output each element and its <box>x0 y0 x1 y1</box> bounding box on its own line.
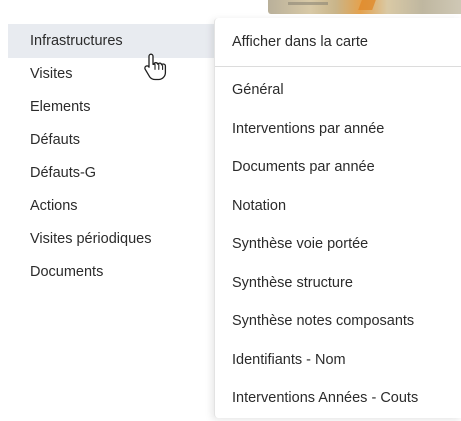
submenu-list: Afficher dans la carte Général Intervent… <box>215 18 461 418</box>
category-menu: Infrastructures Visites Elements Défauts… <box>8 8 222 421</box>
submenu-item-interventions-annees-couts[interactable]: Interventions Années - Couts <box>215 379 461 418</box>
submenu-item-synthese-voie-portee[interactable]: Synthèse voie portée <box>215 225 461 264</box>
category-item-elements[interactable]: Elements <box>8 91 222 124</box>
submenu-item-general[interactable]: Général <box>215 71 461 110</box>
category-item-actions[interactable]: Actions <box>8 190 222 223</box>
submenu-item-afficher-carte[interactable]: Afficher dans la carte <box>215 18 461 66</box>
category-item-defauts[interactable]: Défauts <box>8 124 222 157</box>
submenu-item-identifiants-nom[interactable]: Identifiants - Nom <box>215 341 461 380</box>
submenu-item-synthese-notes-composants[interactable]: Synthèse notes composants <box>215 302 461 341</box>
category-item-infrastructures[interactable]: Infrastructures <box>8 24 222 58</box>
category-item-defauts-g[interactable]: Défauts-G <box>8 157 222 190</box>
submenu-item-interventions-par-annee[interactable]: Interventions par année <box>215 110 461 149</box>
submenu-item-documents-par-annee[interactable]: Documents par année <box>215 148 461 187</box>
map-background <box>268 0 461 14</box>
category-item-visites[interactable]: Visites <box>8 58 222 91</box>
category-list: Infrastructures Visites Elements Défauts… <box>8 8 222 289</box>
context-menu-screen: Infrastructures Visites Elements Défauts… <box>0 0 461 421</box>
category-item-documents[interactable]: Documents <box>8 256 222 289</box>
submenu-divider <box>215 66 461 67</box>
submenu-item-notation[interactable]: Notation <box>215 187 461 226</box>
category-item-visites-periodiques[interactable]: Visites périodiques <box>8 223 222 256</box>
submenu-item-synthese-structure[interactable]: Synthèse structure <box>215 264 461 303</box>
submenu-panel: Afficher dans la carte Général Intervent… <box>214 18 461 418</box>
